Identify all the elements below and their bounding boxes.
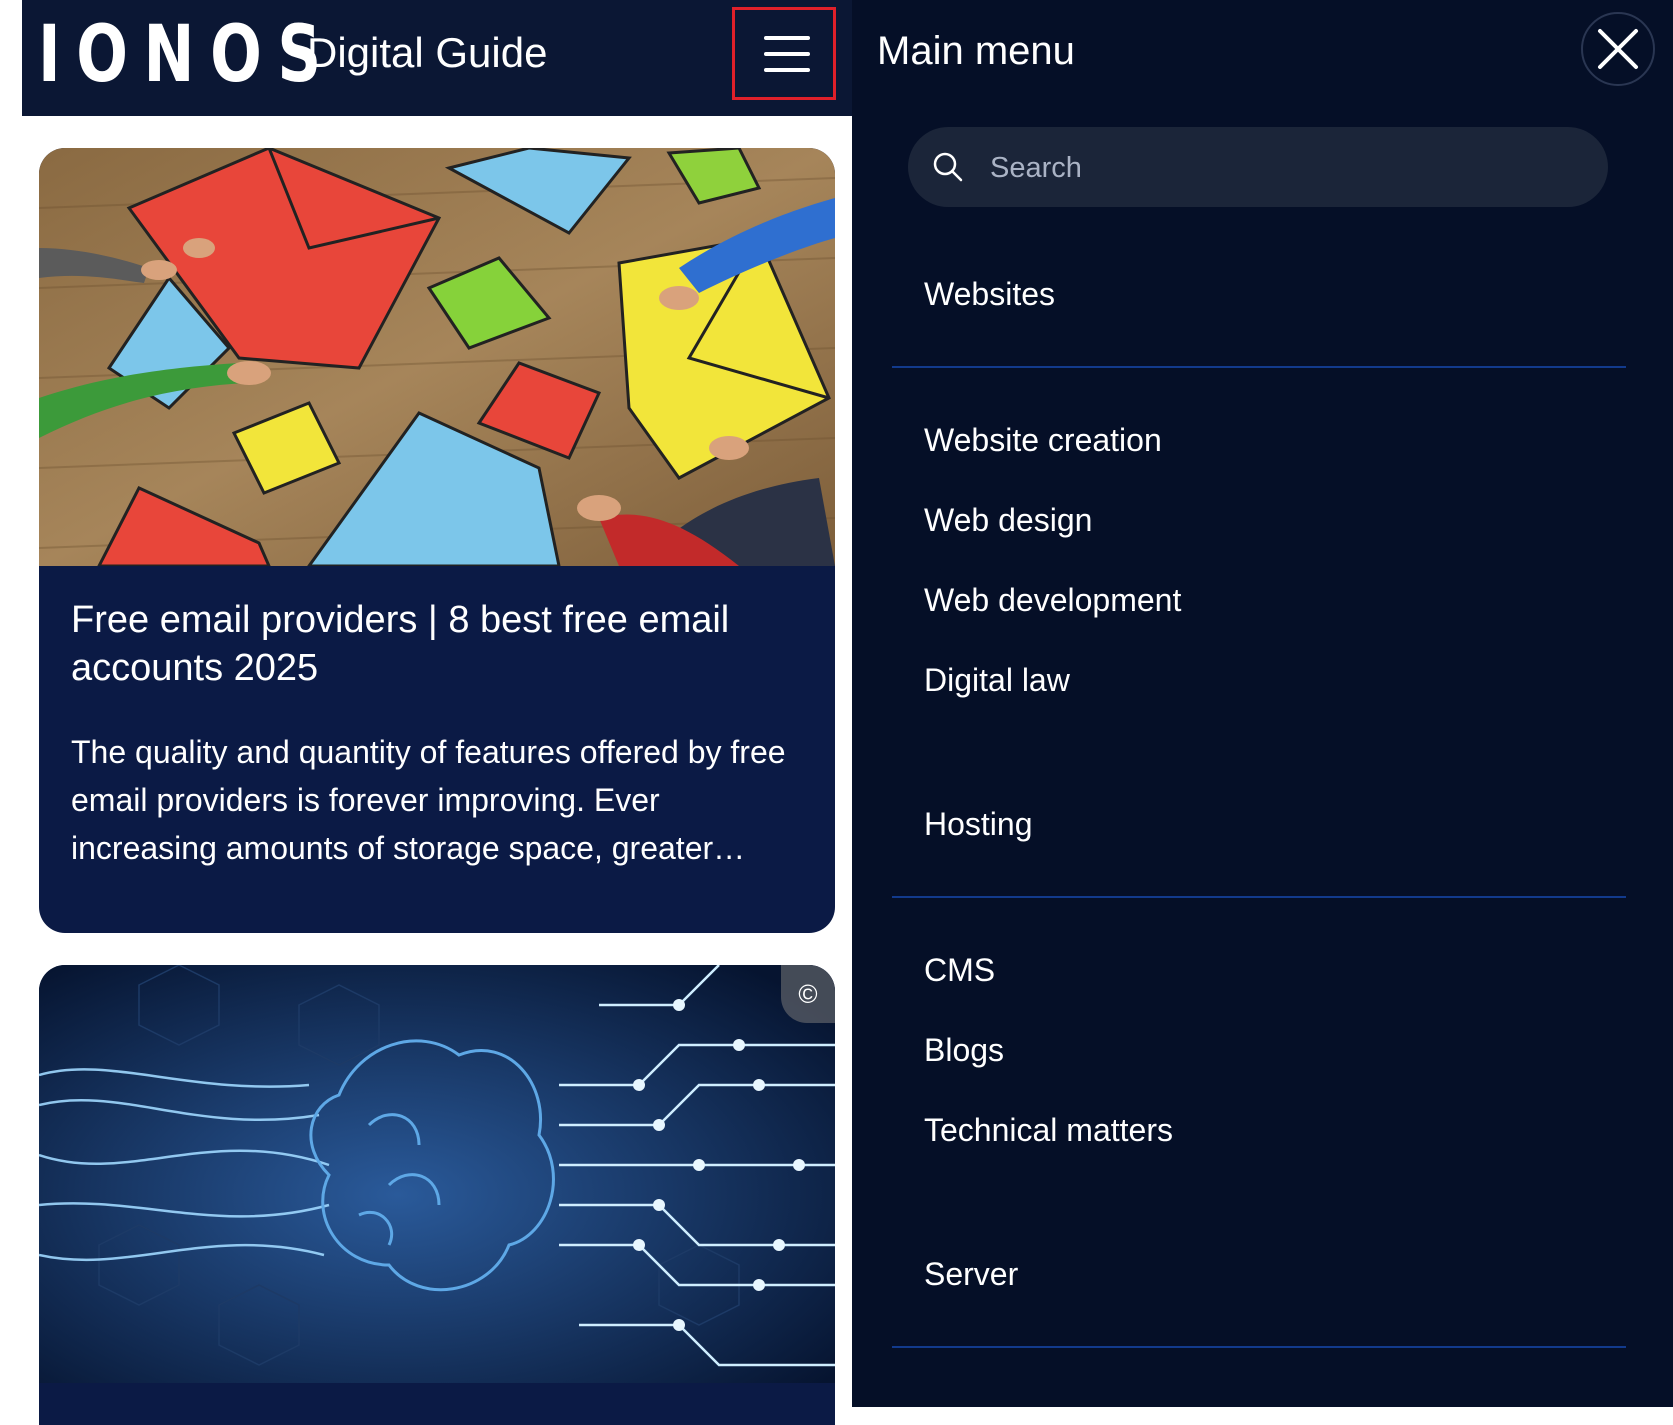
close-icon xyxy=(1598,29,1638,69)
envelopes-image xyxy=(39,148,835,566)
search-box[interactable] xyxy=(908,127,1608,207)
menu-item-web-design[interactable]: Web design xyxy=(924,500,1092,540)
menu-item-web-development[interactable]: Web development xyxy=(924,580,1181,620)
hamburger-icon-bar xyxy=(764,68,810,72)
site-header: IONOS Digital Guide xyxy=(22,0,852,116)
menu-divider xyxy=(892,896,1626,898)
article-card[interactable]: Free email providers | 8 best free email… xyxy=(39,148,835,933)
menu-divider xyxy=(892,366,1626,368)
hamburger-icon-bar xyxy=(764,52,810,56)
search-icon xyxy=(933,152,963,182)
copyright-badge[interactable]: © xyxy=(781,965,835,1023)
menu-item-websites[interactable]: Websites xyxy=(924,274,1055,314)
article-teaser: The quality and quantity of features off… xyxy=(71,734,786,866)
menu-item-website-creation[interactable]: Website creation xyxy=(924,420,1162,460)
hamburger-menu-button[interactable] xyxy=(732,7,836,100)
main-menu-panel: Main menu Websites Website creation Web … xyxy=(852,0,1673,1407)
digital-brain-image xyxy=(39,965,835,1383)
menu-item-digital-law[interactable]: Digital law xyxy=(924,660,1070,700)
menu-item-technical-matters[interactable]: Technical matters xyxy=(924,1110,1173,1150)
menu-item-blogs[interactable]: Blogs xyxy=(924,1030,1004,1070)
menu-item-hosting[interactable]: Hosting xyxy=(924,804,1033,844)
menu-divider xyxy=(892,1346,1626,1348)
site-name[interactable]: Digital Guide xyxy=(307,28,547,78)
hamburger-icon xyxy=(764,36,810,40)
search-input[interactable] xyxy=(988,145,1552,191)
ionos-logo[interactable]: IONOS xyxy=(38,12,337,98)
close-menu-button[interactable] xyxy=(1581,12,1655,86)
article-card[interactable]: © xyxy=(39,965,835,1425)
article-title[interactable]: Free email providers | 8 best free email… xyxy=(71,596,801,692)
menu-item-cms[interactable]: CMS xyxy=(924,950,995,990)
menu-item-server[interactable]: Server xyxy=(924,1254,1018,1294)
menu-title: Main menu xyxy=(877,29,1075,73)
article-list: Free email providers | 8 best free email… xyxy=(22,116,852,1425)
